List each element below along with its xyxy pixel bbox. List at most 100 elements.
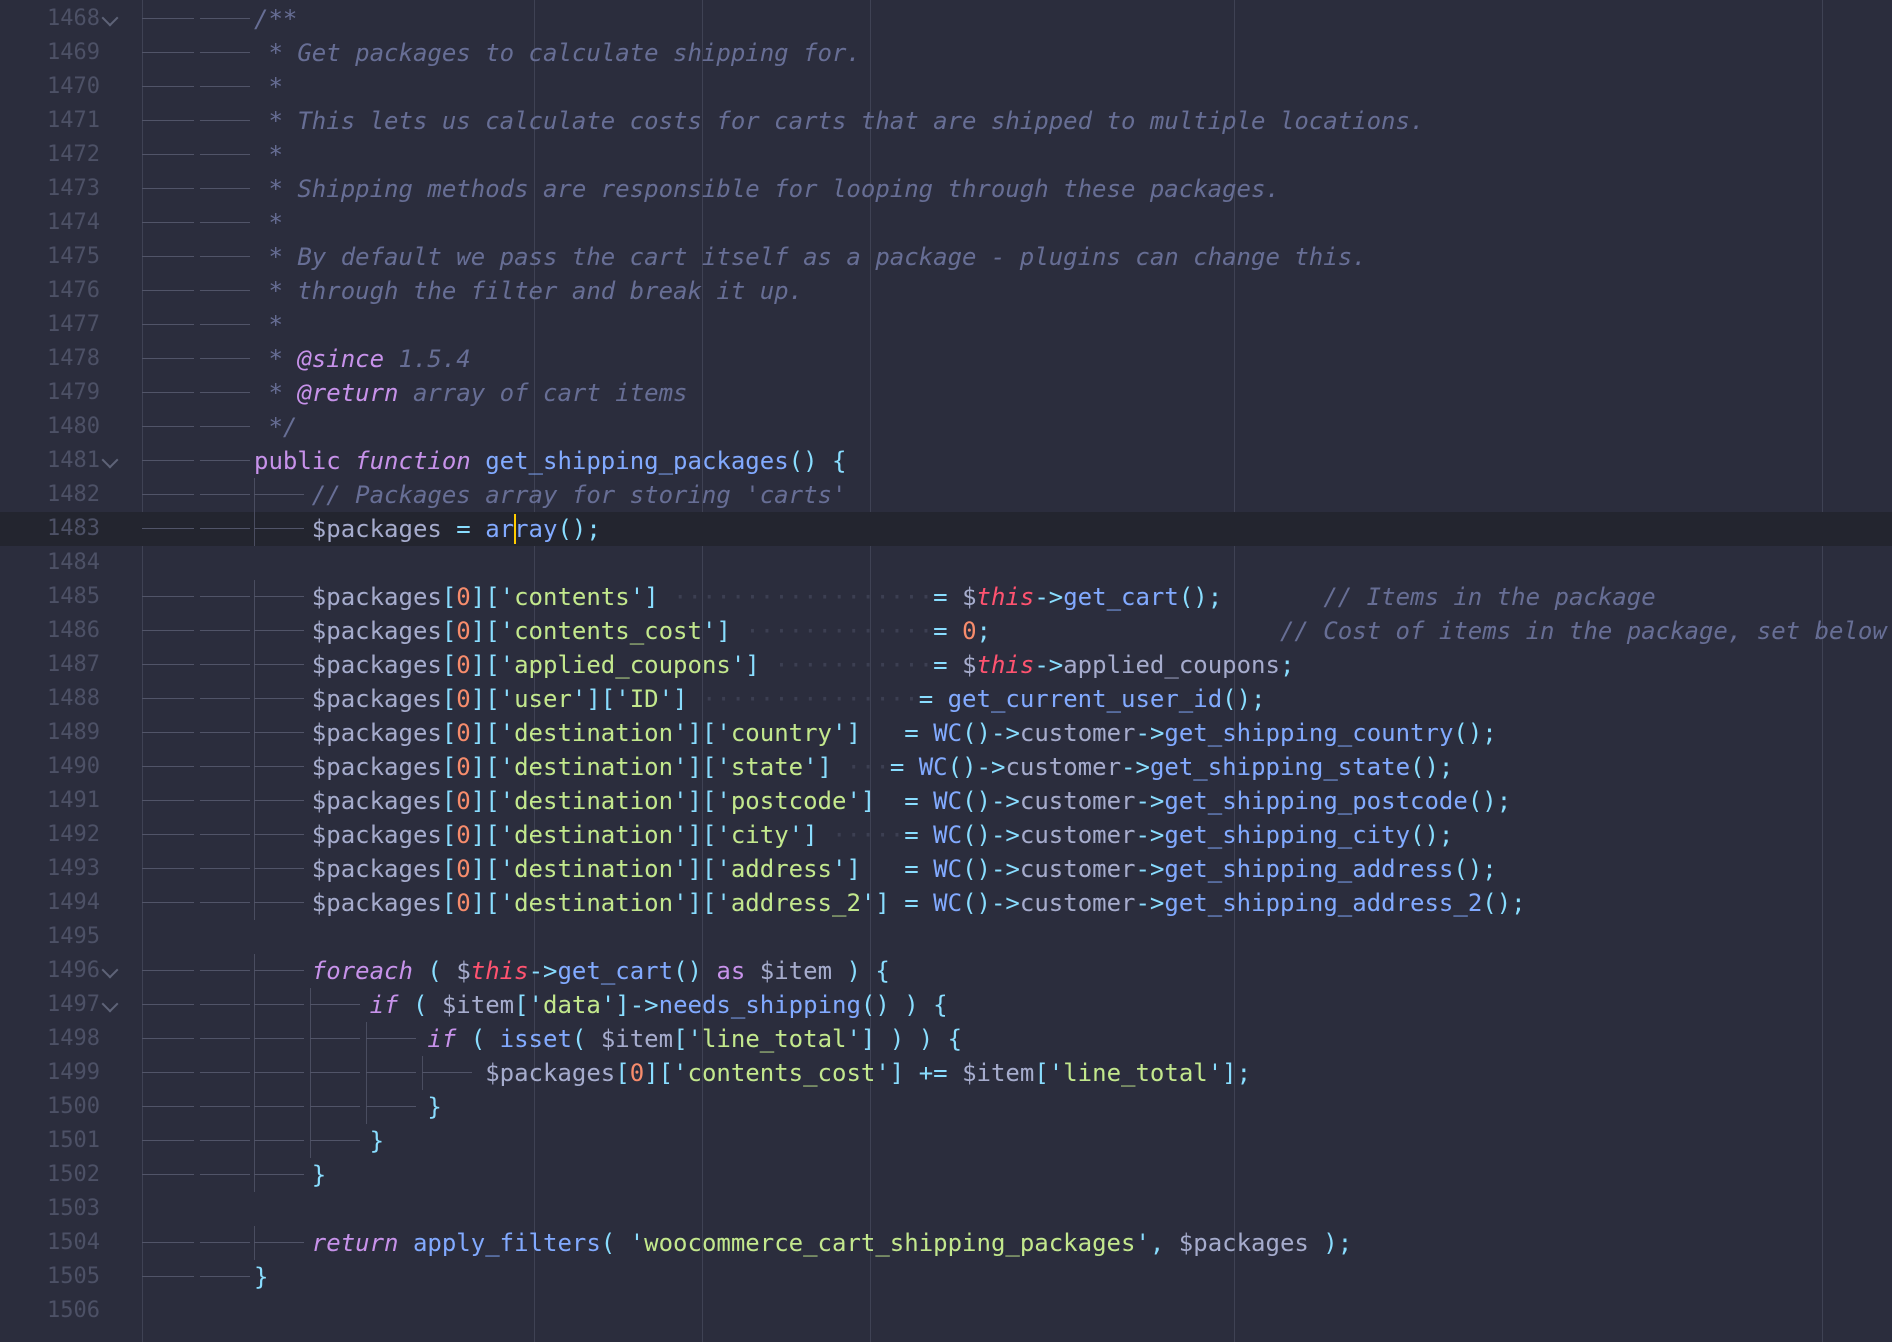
fold-chevron-icon[interactable] xyxy=(101,961,119,979)
code-line[interactable]: 1494 $packages[0]['destination']['addres… xyxy=(0,886,1892,920)
code-line[interactable]: 1492 $packages[0]['destination']['city']… xyxy=(0,818,1892,852)
indent-guide xyxy=(200,86,250,87)
code-text: $packages[0]['contents_cost'] ··········… xyxy=(254,614,1887,648)
code-token: * xyxy=(254,345,298,373)
code-line[interactable]: 1501 } xyxy=(0,1124,1892,1158)
fold-chevron-icon[interactable] xyxy=(101,451,119,469)
line-number: 1496 xyxy=(47,958,100,983)
line-number: 1485 xyxy=(47,584,100,609)
code-line[interactable]: 1489 $packages[0]['destination']['countr… xyxy=(0,716,1892,750)
code-token: () xyxy=(962,719,991,747)
code-token: foreach xyxy=(254,957,413,985)
code-token: 0 xyxy=(456,821,471,849)
indent-guide xyxy=(200,392,250,393)
code-token: * xyxy=(254,311,283,339)
code-line[interactable]: 1495 xyxy=(0,920,1892,954)
code-line[interactable]: 1499 $packages[0]['contents_cost'] += $i… xyxy=(0,1056,1892,1090)
fold-chevron-icon[interactable] xyxy=(101,9,119,27)
code-token: ][' xyxy=(470,651,515,679)
code-line[interactable]: 1470 * xyxy=(0,70,1892,104)
code-line[interactable]: 1469 * Get packages to calculate shippin… xyxy=(0,36,1892,70)
code-token: ][' xyxy=(470,583,515,611)
code-token: [ xyxy=(441,617,457,645)
code-token: ( ' xyxy=(600,1229,645,1257)
code-line[interactable]: 1477 * xyxy=(0,308,1892,342)
code-token: * This lets us calculate costs for carts… xyxy=(254,107,1425,135)
code-line[interactable]: 1487 $packages[0]['applied_coupons'] ···… xyxy=(0,648,1892,682)
code-token: ; xyxy=(1279,651,1295,679)
code-line[interactable]: 1479 * @return array of cart items xyxy=(0,376,1892,410)
code-line[interactable]: 1473 * Shipping methods are responsible … xyxy=(0,172,1892,206)
code-line[interactable]: 1482 // Packages array for storing 'cart… xyxy=(0,478,1892,512)
code-line[interactable]: 1502 } xyxy=(0,1158,1892,1192)
code-line[interactable]: 1490 $packages[0]['destination']['state'… xyxy=(0,750,1892,784)
code-line[interactable]: 1503 xyxy=(0,1192,1892,1226)
code-line[interactable]: 1475 * By default we pass the cart itsel… xyxy=(0,240,1892,274)
line-number: 1481 xyxy=(47,448,100,473)
code-line[interactable]: 1476 * through the filter and break it u… xyxy=(0,274,1892,308)
line-number: 1503 xyxy=(47,1196,100,1221)
code-line[interactable]: 1486 $packages[0]['contents_cost'] ·····… xyxy=(0,614,1892,648)
code-token: WC xyxy=(918,753,948,781)
code-line[interactable]: 1484 xyxy=(0,546,1892,580)
code-token: [ xyxy=(441,685,457,713)
code-token: } xyxy=(254,1127,385,1155)
indent-guide xyxy=(200,324,250,325)
code-token: += xyxy=(918,1059,963,1087)
code-line[interactable]: 1497 if ( $item['data']->needs_shipping(… xyxy=(0,988,1892,1022)
code-line[interactable]: 1481 public function get_shipping_package… xyxy=(0,444,1892,478)
code-line[interactable]: 1498 if ( isset( $item['line_total'] ) )… xyxy=(0,1022,1892,1056)
code-line[interactable]: 1480 */ xyxy=(0,410,1892,444)
code-text: * @return array of cart items xyxy=(254,376,687,410)
code-token: address xyxy=(730,855,833,883)
fold-chevron-icon[interactable] xyxy=(101,995,119,1013)
code-token: 0 xyxy=(456,617,471,645)
code-line[interactable]: 1493 $packages[0]['destination']['addres… xyxy=(0,852,1892,886)
code-text: /** xyxy=(254,2,297,36)
code-token: ][' xyxy=(470,753,515,781)
code-token: = xyxy=(904,889,934,917)
code-line[interactable]: 1504 return apply_filters( 'woocommerce_… xyxy=(0,1226,1892,1260)
code-token: ; xyxy=(976,617,991,645)
code-line[interactable]: 1496 foreach ( $this->get_cart() as $ite… xyxy=(0,954,1892,988)
code-token: ][' xyxy=(470,855,515,883)
code-token: public xyxy=(254,447,356,475)
code-token: 0 xyxy=(962,617,977,645)
indent-guide xyxy=(200,664,250,665)
line-number: 1506 xyxy=(47,1298,100,1323)
code-token: contents xyxy=(514,583,630,611)
code-line[interactable]: 1506 xyxy=(0,1294,1892,1328)
line-number: 1498 xyxy=(47,1026,100,1051)
code-line[interactable]: 1488 $packages[0]['user']['ID'] ········… xyxy=(0,682,1892,716)
indent-guide xyxy=(200,630,250,631)
code-editor[interactable]: 14671468/**1469 * Get packages to calcul… xyxy=(0,0,1892,1342)
code-token: 0 xyxy=(456,583,471,611)
code-token: customer xyxy=(1019,719,1136,747)
code-line[interactable]: 1483 $packages = array(); xyxy=(0,512,1892,546)
code-line[interactable]: 1491 $packages[0]['destination']['postco… xyxy=(0,784,1892,818)
indent-guide xyxy=(142,766,194,767)
code-line[interactable]: 1468 /** xyxy=(0,2,1892,36)
code-token: () xyxy=(962,855,991,883)
indent-guide xyxy=(200,52,250,53)
line-number: 1495 xyxy=(47,924,100,949)
code-line[interactable]: 1485 $packages[0]['contents'] ··········… xyxy=(0,580,1892,614)
code-token: -> xyxy=(1135,889,1165,917)
code-line[interactable]: 1500 } xyxy=(0,1090,1892,1124)
line-number: 1493 xyxy=(47,856,100,881)
code-token: [ xyxy=(615,1059,630,1087)
code-line[interactable]: 1505} xyxy=(0,1260,1892,1294)
code-line[interactable]: 1474 * xyxy=(0,206,1892,240)
indent-guide xyxy=(142,154,194,155)
code-line[interactable]: 1471 * This lets us calculate costs for … xyxy=(0,104,1892,138)
code-line[interactable]: 1472 * xyxy=(0,138,1892,172)
code-token: $packages xyxy=(254,719,442,747)
code-token: $ xyxy=(962,583,977,611)
code-token: customer xyxy=(1019,787,1136,815)
code-line[interactable]: 1478 * @since 1.5.4 xyxy=(0,342,1892,376)
indent-guide xyxy=(200,120,250,121)
indent-guide xyxy=(142,86,194,87)
code-token: apply_filters xyxy=(412,1229,601,1257)
indent-guide xyxy=(200,698,250,699)
code-token: '] xyxy=(832,855,861,883)
